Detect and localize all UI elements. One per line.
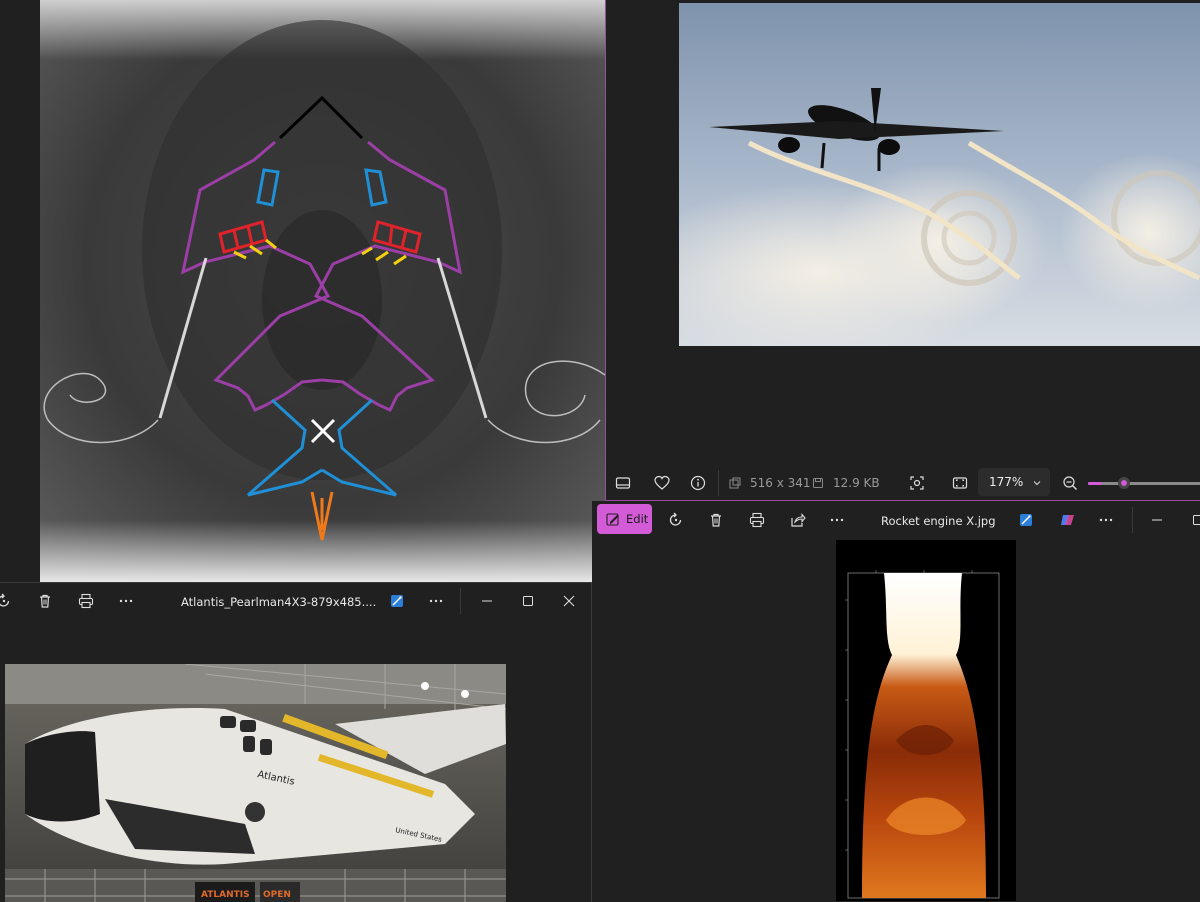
zoom-slider-fill <box>1088 482 1102 485</box>
ai-icon[interactable] <box>1012 506 1040 534</box>
airplane-photo <box>679 3 1200 346</box>
atlantis-photo-canvas: Atlantis United States ATLANTIS OPEN <box>5 664 506 902</box>
print-icon[interactable] <box>743 506 771 534</box>
image-dimensions: 516 x 341 <box>750 476 811 490</box>
file-size-icon <box>812 477 824 492</box>
rotate-icon[interactable] <box>0 587 18 615</box>
delete-icon[interactable] <box>702 506 730 534</box>
ai-icon[interactable] <box>383 587 411 615</box>
maximize-icon[interactable] <box>1184 506 1200 534</box>
rocket-engine-canvas <box>836 540 1016 901</box>
delete-icon[interactable] <box>31 587 59 615</box>
zoom-value: 177% <box>989 475 1023 489</box>
chevron-down-icon <box>1032 477 1042 491</box>
banner-left-text: ATLANTIS <box>201 890 250 900</box>
zoom-dropdown[interactable]: 177% <box>978 468 1050 496</box>
more-icon[interactable] <box>112 587 140 615</box>
copilot-icon[interactable] <box>1054 506 1082 534</box>
heart-icon[interactable] <box>648 469 676 497</box>
print-icon[interactable] <box>72 587 100 615</box>
minimize-icon[interactable] <box>1143 506 1171 534</box>
airplane-photo-canvas <box>679 3 1200 346</box>
fullscreen-icon[interactable] <box>946 469 974 497</box>
close-icon[interactable] <box>555 587 583 615</box>
window-title: Rocket engine X.jpg <box>881 514 996 528</box>
atlantis-photo: Atlantis United States ATLANTIS OPEN <box>5 664 506 902</box>
more-icon[interactable] <box>1092 506 1120 534</box>
rotate-icon[interactable] <box>662 506 690 534</box>
photo-viewer-window-atlantis: Atlantis_Pearlman4X3-879x485.... <box>0 582 592 902</box>
zoom-out-icon[interactable] <box>1056 469 1084 497</box>
zoom-slider-thumb[interactable] <box>1118 477 1130 489</box>
zoom-slider-track <box>1088 482 1200 485</box>
zoom-slider[interactable] <box>1088 477 1200 489</box>
rocket-toolbar: Edit Rocket engine X.jpg <box>592 501 1200 541</box>
rocket-engine-image <box>836 540 1016 901</box>
info-icon[interactable] <box>684 469 712 497</box>
minimize-icon[interactable] <box>473 587 501 615</box>
status-bar: 516 x 341 12.9 KB 177% <box>606 463 1200 501</box>
banner-right-text: OPEN <box>263 890 291 900</box>
edit-button[interactable]: Edit <box>597 504 652 534</box>
window-title: Atlantis_Pearlman4X3-879x485.... <box>181 595 376 609</box>
file-size: 12.9 KB <box>833 476 880 490</box>
atlantis-toolbar: Atlantis_Pearlman4X3-879x485.... <box>0 583 591 623</box>
more-icon[interactable] <box>422 587 450 615</box>
more-icon[interactable] <box>823 506 851 534</box>
filmstrip-icon[interactable] <box>609 469 637 497</box>
dimensions-icon <box>729 477 741 492</box>
photo-viewer-window-rocket: Edit Rocket engine X.jpg <box>592 501 1200 901</box>
maximize-icon[interactable] <box>514 587 542 615</box>
annotated-image-canvas <box>40 0 605 582</box>
fit-icon[interactable] <box>903 469 931 497</box>
annotated-image <box>40 0 605 582</box>
edit-label: Edit <box>626 512 648 526</box>
share-icon[interactable] <box>784 506 812 534</box>
photo-viewer-window-airplane: 516 x 341 12.9 KB 177% <box>605 0 1200 501</box>
edit-icon <box>606 512 620 526</box>
